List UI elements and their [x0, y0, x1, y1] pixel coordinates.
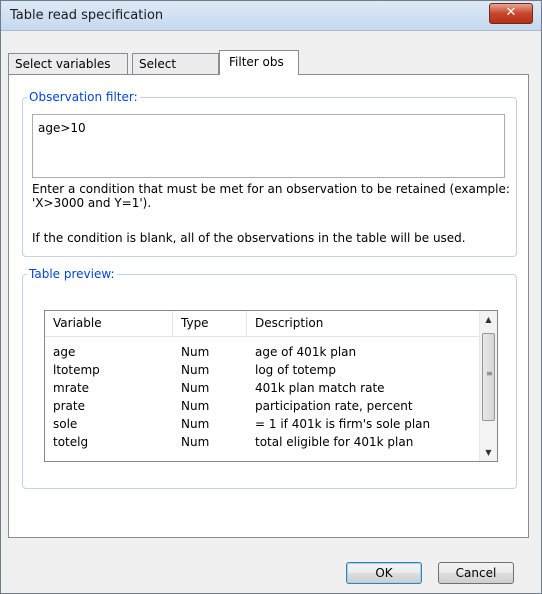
cell-variable: prate — [53, 399, 85, 413]
table-row[interactable]: sole Num = 1 if 401k is firm's sole plan — [45, 415, 479, 433]
cancel-button-label: Cancel — [455, 566, 497, 580]
filter-blank-note: If the condition is blank, all of the ob… — [32, 231, 466, 245]
table-preview-legend: Table preview: — [27, 267, 117, 281]
cell-variable: totelg — [53, 435, 89, 449]
cell-description: age of 401k plan — [255, 345, 357, 359]
cell-variable: mrate — [53, 381, 90, 395]
window-title: Table read specification — [10, 8, 164, 23]
cell-type: Num — [181, 345, 210, 359]
cancel-button[interactable]: Cancel — [438, 562, 514, 584]
cell-description: total eligible for 401k plan — [255, 435, 414, 449]
cell-type: Num — [181, 363, 210, 377]
cell-variable: sole — [53, 417, 78, 431]
filter-help-text: Enter a condition that must be met for a… — [32, 182, 510, 210]
cell-type: Num — [181, 435, 210, 449]
cell-type: Num — [181, 417, 210, 431]
table-row[interactable]: ltotemp Num log of totemp — [45, 361, 479, 379]
tab-label: Select variables — [15, 57, 111, 71]
tab-select-maps[interactable]: Select maps — [132, 53, 219, 91]
cell-description: 401k plan match rate — [255, 381, 385, 395]
vertical-scrollbar[interactable]: ▲ ≡ ▼ — [479, 311, 497, 461]
tab-label: Filter obs — [229, 55, 284, 69]
scroll-down-icon[interactable]: ▼ — [480, 444, 497, 461]
table-row[interactable]: mrate Num 401k plan match rate — [45, 379, 479, 397]
column-header-label: Variable — [53, 316, 102, 330]
cell-variable: ltotemp — [53, 363, 100, 377]
ok-button[interactable]: OK — [346, 562, 422, 584]
scrollbar-thumb[interactable]: ≡ — [482, 333, 495, 421]
preview-header: Variable Type Description — [45, 311, 479, 337]
close-button[interactable]: ✕ — [489, 3, 533, 24]
tab-select-variables[interactable]: Select variables — [8, 53, 128, 74]
column-header-label: Description — [255, 316, 324, 330]
cell-variable: age — [53, 345, 76, 359]
table-preview-group: Table preview: Variable Type Description — [22, 267, 517, 489]
scroll-up-icon[interactable]: ▲ — [480, 311, 497, 328]
ok-button-label: OK — [375, 566, 393, 580]
cell-type: Num — [181, 381, 210, 395]
cell-description: = 1 if 401k is firm's sole plan — [255, 417, 431, 431]
table-row[interactable]: totelg Num total eligible for 401k plan — [45, 433, 479, 451]
cell-type: Num — [181, 399, 210, 413]
table-preview-list[interactable]: Variable Type Description age Num age of… — [44, 310, 498, 462]
filter-condition-input[interactable]: age>10 — [32, 114, 505, 178]
column-header-description[interactable]: Description — [247, 311, 479, 336]
cell-description: participation rate, percent — [255, 399, 413, 413]
tab-filter-obs[interactable]: Filter obs — [219, 50, 299, 75]
observation-filter-legend: Observation filter: — [27, 90, 140, 104]
table-row[interactable]: age Num age of 401k plan — [45, 343, 479, 361]
close-icon: ✕ — [505, 5, 517, 20]
table-row[interactable]: prate Num participation rate, percent — [45, 397, 479, 415]
grip-icon: ≡ — [486, 369, 493, 378]
dialog-window: Table read specification ✕ Select variab… — [0, 0, 542, 594]
title-bar[interactable]: Table read specification ✕ — [1, 1, 541, 31]
filter-obs-panel: Observation filter: age>10 Enter a condi… — [8, 74, 529, 538]
cell-description: log of totemp — [255, 363, 336, 377]
column-header-label: Type — [181, 316, 209, 330]
column-header-type[interactable]: Type — [173, 311, 246, 336]
column-header-variable[interactable]: Variable — [45, 311, 172, 336]
